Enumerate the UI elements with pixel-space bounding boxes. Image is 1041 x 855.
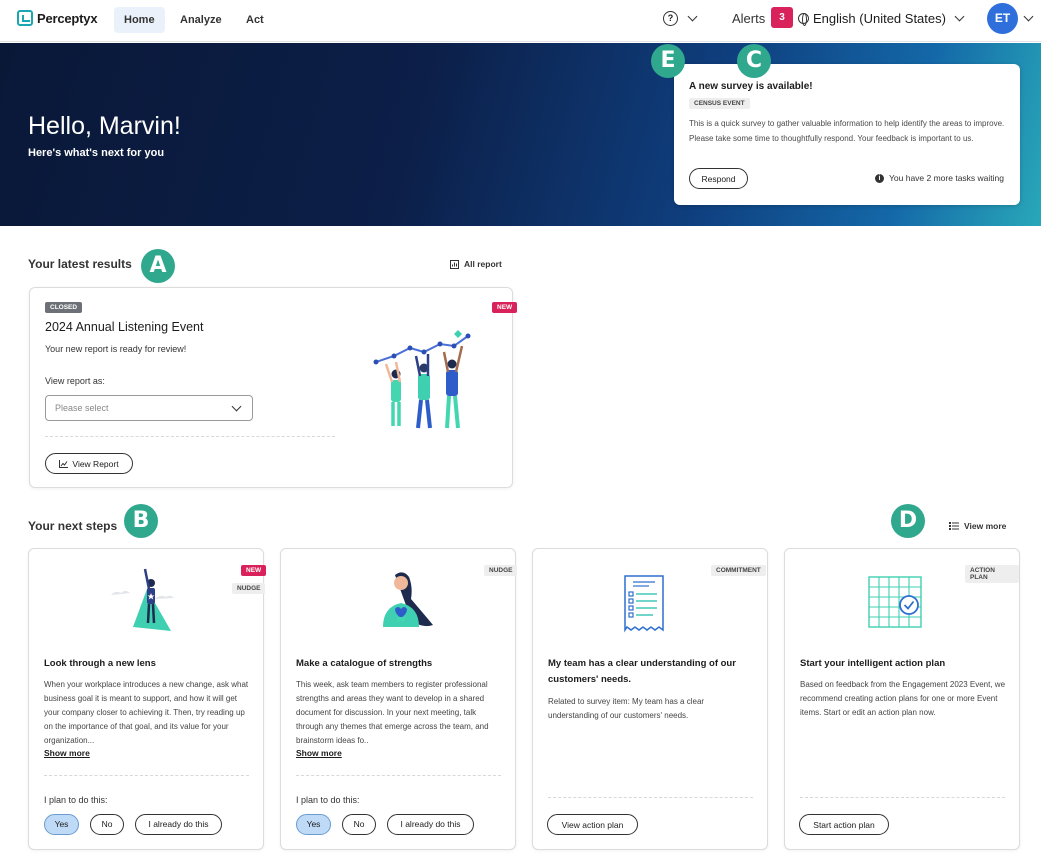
- brand-logo[interactable]: Perceptyx: [17, 10, 98, 26]
- divider: [296, 775, 501, 776]
- show-more-link[interactable]: Show more: [296, 748, 342, 758]
- calendar-check-icon: [868, 576, 922, 628]
- step-description: When your workplace introduces a new cha…: [44, 680, 249, 745]
- all-report-link[interactable]: All report: [450, 259, 502, 269]
- yes-option[interactable]: Yes: [44, 814, 79, 835]
- marker-d: D: [891, 504, 925, 538]
- tab-analyze[interactable]: Analyze: [170, 7, 232, 33]
- closed-tag: CLOSED: [45, 302, 83, 313]
- marker-b: B: [124, 504, 158, 538]
- tab-home[interactable]: Home: [114, 7, 165, 33]
- alerts-count-badge[interactable]: 3: [771, 7, 793, 28]
- user-menu-chevron-down-icon[interactable]: [1023, 11, 1034, 22]
- view-more-link[interactable]: View more: [949, 521, 1006, 531]
- view-report-label: View Report: [72, 458, 119, 469]
- no-option[interactable]: No: [90, 814, 124, 835]
- plan-to-do-label: I plan to do this:: [44, 795, 108, 805]
- globe-icon: [798, 13, 809, 26]
- new-tag: NEW: [492, 302, 518, 313]
- step-title: Look through a new lens: [44, 658, 156, 669]
- tasks-waiting[interactable]: i You have 2 more tasks waiting: [875, 173, 1004, 183]
- nudge-tag: NUDGE: [484, 565, 518, 576]
- next-step-card: NEW NUDGE Look through a new lens When y…: [28, 548, 267, 850]
- step-title: Start your intelligent action plan: [800, 658, 946, 669]
- top-navigation: Perceptyx Home Analyze Act ? Alerts 3 En…: [0, 0, 1041, 42]
- step-description: Based on feedback from the Engagement 20…: [800, 680, 1006, 717]
- survey-title: A new survey is available!: [689, 81, 813, 92]
- user-avatar[interactable]: ET: [987, 3, 1018, 34]
- new-survey-card: A new survey is available! CENSUS EVENT …: [674, 64, 1020, 205]
- start-action-plan-button[interactable]: Start action plan: [799, 814, 889, 835]
- greeting-title: Hello, Marvin!: [28, 112, 181, 140]
- select-chevron-down-icon: [231, 401, 242, 412]
- already-do-this-option[interactable]: I already do this: [135, 814, 222, 835]
- checklist-icon: [624, 575, 664, 633]
- divider: [45, 436, 335, 437]
- no-option[interactable]: No: [342, 814, 376, 835]
- already-do-this-option[interactable]: I already do this: [387, 814, 474, 835]
- info-icon: i: [875, 173, 885, 183]
- survey-description: This is a quick survey to gather valuabl…: [689, 119, 1005, 143]
- step-description: This week, ask team members to register …: [296, 680, 489, 745]
- step-description: Related to survey item: My team has a cl…: [548, 697, 705, 720]
- view-action-plan-button[interactable]: View action plan: [547, 814, 638, 835]
- step-title: My team has a clear understanding of our…: [548, 658, 736, 685]
- help-chevron-down-icon[interactable]: [687, 11, 698, 22]
- report-ready-message: Your new report is ready for review!: [45, 344, 187, 354]
- plan-to-do-label: I plan to do this:: [296, 795, 360, 805]
- respond-button[interactable]: Respond: [689, 168, 748, 189]
- greeting-subtitle: Here's what's next for you: [28, 147, 165, 159]
- team-growth-illustration: [373, 330, 471, 429]
- logo-icon: [17, 10, 33, 26]
- show-more-link[interactable]: Show more: [44, 748, 90, 758]
- language-label: English (United States): [813, 11, 946, 26]
- latest-results-card: CLOSED NEW 2024 Annual Listening Event Y…: [29, 287, 518, 488]
- step-title: Make a catalogue of strengths: [296, 658, 433, 669]
- select-placeholder: Please select: [55, 403, 109, 413]
- help-icon[interactable]: ?: [663, 11, 678, 26]
- divider: [44, 775, 249, 776]
- next-step-card: ACTION PLAN Start your intelligent actio…: [784, 548, 1020, 850]
- view-more-label: View more: [964, 521, 1007, 531]
- nudge-tag: NUDGE: [232, 583, 266, 594]
- language-chevron-down-icon[interactable]: [954, 11, 965, 22]
- divider: [548, 797, 753, 798]
- yes-option[interactable]: Yes: [296, 814, 331, 835]
- hero-woman-illustration: [111, 568, 174, 631]
- view-report-as-label: View report as:: [45, 376, 105, 386]
- marker-e: E: [651, 44, 685, 78]
- alerts-button[interactable]: Alerts: [732, 11, 765, 26]
- action-plan-tag: ACTION PLAN: [965, 565, 1019, 583]
- report-view-select[interactable]: Please select: [45, 395, 253, 421]
- commitment-tag: COMMITMENT: [711, 565, 766, 576]
- language-selector[interactable]: English (United States): [798, 11, 946, 26]
- all-report-label: All report: [464, 259, 502, 269]
- list-icon: [949, 522, 959, 530]
- next-steps-heading: Your next steps: [28, 519, 118, 533]
- report-icon: [450, 259, 459, 269]
- brand-name: Perceptyx: [37, 10, 98, 26]
- latest-results-heading: Your latest results: [28, 257, 132, 271]
- divider: [800, 797, 1005, 798]
- census-event-tag: CENSUS EVENT: [689, 98, 750, 109]
- event-title: 2024 Annual Listening Event: [45, 320, 204, 334]
- marker-a: A: [141, 249, 175, 283]
- tasks-waiting-text: You have 2 more tasks waiting: [889, 173, 1004, 183]
- new-tag: NEW: [241, 565, 267, 576]
- view-report-button[interactable]: View Report: [45, 453, 133, 474]
- tab-act[interactable]: Act: [236, 7, 274, 33]
- next-step-card: NUDGE Make a catalogue of strengths This…: [280, 548, 518, 850]
- marker-c: C: [737, 44, 771, 78]
- woman-holding-heart-illustration: [383, 572, 433, 627]
- next-step-card: COMMITMENT My team has a clear understan…: [532, 548, 768, 850]
- line-chart-icon: [59, 459, 69, 468]
